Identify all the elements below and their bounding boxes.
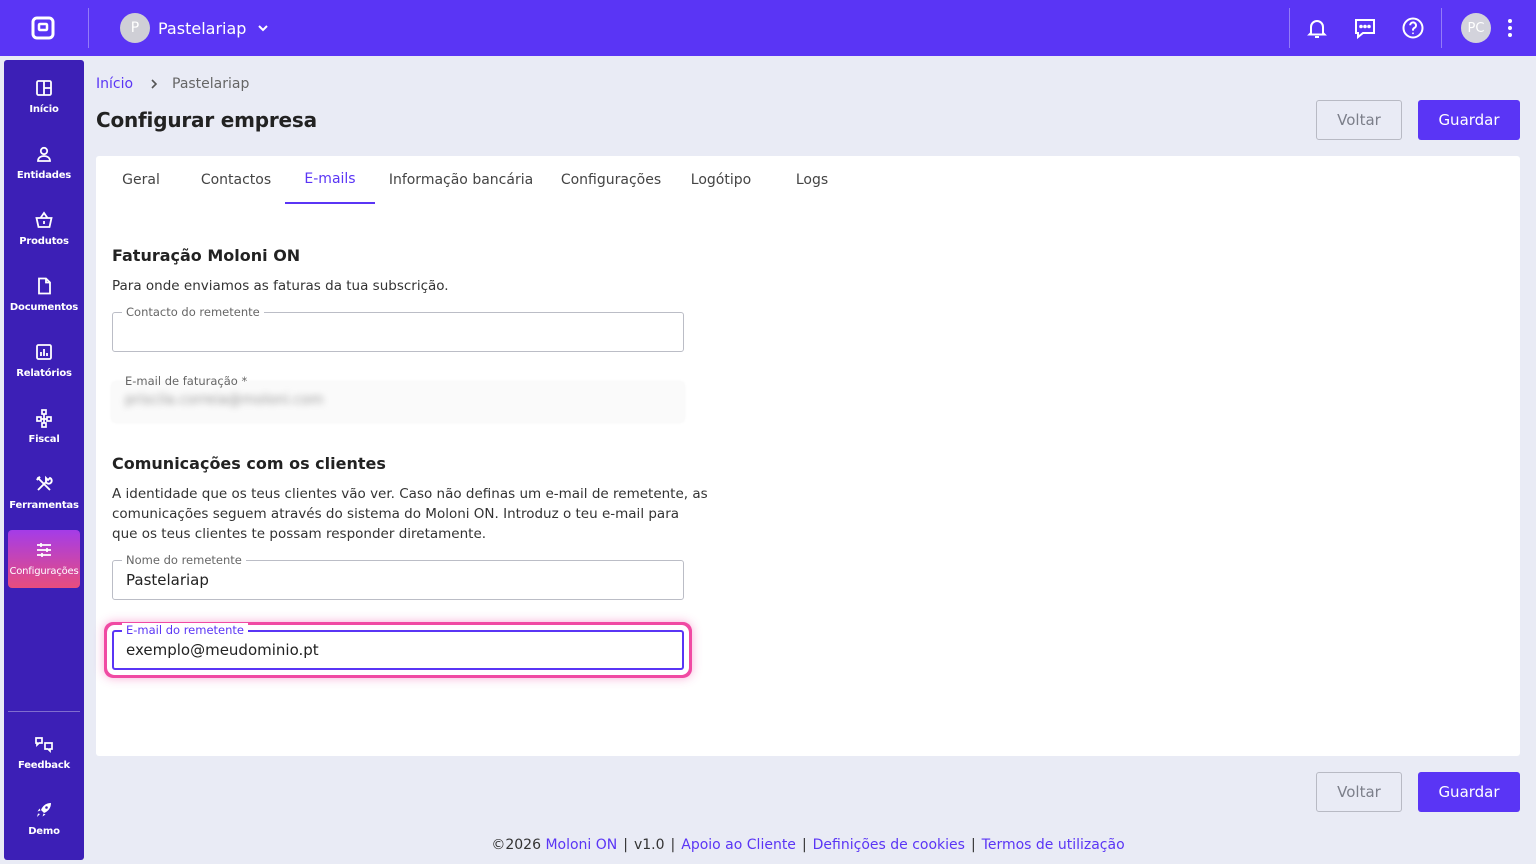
footer: ©2026 Moloni ON | v1.0 | Apoio ao Cliente | De…	[0, 837, 1536, 853]
footer-brand-link[interactable]: Moloni ON	[545, 837, 617, 853]
sidebar-item-configuracoes[interactable]: Configurações	[8, 530, 80, 588]
sender-name-field[interactable]: Nome do remetente Pastelariap	[112, 553, 684, 600]
footer-separator: |	[801, 837, 807, 853]
back-button[interactable]: Voltar	[1316, 100, 1402, 140]
sidebar-item-label: Demo	[28, 826, 60, 837]
divider	[88, 8, 89, 48]
moloni-logo-icon[interactable]	[30, 15, 56, 41]
basket-icon	[35, 211, 53, 228]
billing-email-field: E-mail de faturação * priscila.correia@m…	[112, 374, 684, 422]
tab-contactos[interactable]: Contactos	[190, 156, 282, 204]
company-name: Pastelariap	[158, 18, 247, 38]
footer-version: v1.0	[633, 837, 665, 853]
footer-separator: |	[670, 837, 676, 853]
save-button[interactable]: Guardar	[1418, 100, 1520, 140]
sender-contact-label: Contacto do remetente	[122, 305, 264, 319]
sidebar-item-label: Ferramentas	[9, 500, 79, 511]
breadcrumb-current: Pastelariap	[172, 76, 250, 92]
sidebar-item-documentos[interactable]: Documentos	[8, 266, 80, 324]
communications-description-line: comunicações seguem através do sistema d…	[112, 506, 680, 522]
feedback-icon	[35, 737, 53, 754]
billing-section-description: Para onde enviamos as faturas da tua sub…	[112, 278, 449, 294]
sidebar-item-label: Feedback	[17, 760, 71, 771]
sidebar-item-label: Documentos	[9, 302, 79, 313]
chart-icon	[36, 344, 52, 360]
tab-emails[interactable]: E-mails	[285, 156, 375, 204]
tab-configuracoes[interactable]: Configurações	[556, 156, 666, 204]
chevron-down-icon	[258, 25, 269, 32]
company-selector[interactable]: P Pastelariap	[120, 13, 270, 43]
tab-logotipo[interactable]: Logótipo	[684, 156, 758, 204]
sender-email-field[interactable]: E-mail do remetente exemplo@meudominio.p…	[112, 623, 684, 670]
sidebar: Início Entidades Produtos Documentos Rel…	[4, 60, 84, 860]
help-icon[interactable]	[1401, 16, 1425, 40]
communications-description-line: que os teus clientes te possam responder…	[112, 526, 487, 542]
footer-terms-link[interactable]: Termos de utilização	[982, 837, 1125, 853]
dashboard-icon	[36, 80, 52, 96]
communications-section-title: Comunicações com os clientes	[112, 454, 386, 473]
sidebar-item-label: Configurações	[9, 566, 79, 577]
document-icon	[38, 277, 51, 295]
sidebar-item-label: Fiscal	[28, 434, 60, 445]
network-icon	[36, 409, 52, 428]
settings-card: Geral Contactos E-mails Informação bancá…	[96, 156, 1520, 756]
sliders-icon	[37, 543, 51, 557]
page-title: Configurar empresa	[96, 108, 317, 132]
sidebar-divider	[8, 711, 80, 712]
user-icon	[37, 146, 51, 162]
tools-icon	[36, 475, 53, 491]
breadcrumb-home[interactable]: Início	[96, 76, 133, 92]
save-button-bottom[interactable]: Guardar	[1418, 772, 1520, 812]
sidebar-item-label: Entidades	[16, 170, 72, 181]
bell-icon[interactable]	[1305, 16, 1329, 40]
sender-email-label: E-mail do remetente	[122, 623, 248, 637]
sender-name-value: Pastelariap	[126, 571, 209, 589]
billing-section-title: Faturação Moloni ON	[112, 246, 301, 265]
billing-email-value: priscila.correia@moloni.com	[125, 392, 324, 408]
tab-informacao-bancaria[interactable]: Informação bancária	[381, 156, 541, 204]
sender-contact-field[interactable]: Contacto do remetente	[112, 305, 684, 352]
chevron-right-icon	[151, 79, 158, 89]
tab-logs[interactable]: Logs	[786, 156, 838, 204]
divider	[1289, 8, 1290, 48]
more-options-icon[interactable]	[1502, 16, 1518, 40]
footer-cookies-link[interactable]: Definições de cookies	[813, 837, 965, 853]
top-bar: P Pastelariap PC	[0, 0, 1536, 56]
sidebar-item-label: Início	[29, 104, 59, 115]
rocket-icon	[37, 803, 51, 817]
sidebar-item-label: Relatórios	[16, 368, 72, 379]
sender-name-label: Nome do remetente	[122, 553, 246, 567]
divider	[1441, 8, 1442, 48]
communications-description-line: A identidade que os teus clientes vão ve…	[112, 486, 708, 502]
tab-geral[interactable]: Geral	[112, 156, 170, 204]
footer-separator: |	[623, 837, 628, 853]
sidebar-item-entidades[interactable]: Entidades	[8, 134, 80, 192]
sidebar-item-fiscal[interactable]: Fiscal	[8, 398, 80, 456]
sidebar-item-relatorios[interactable]: Relatórios	[8, 332, 80, 390]
company-avatar: P	[120, 13, 150, 43]
sidebar-item-feedback[interactable]: Feedback	[8, 724, 80, 782]
footer-copyright: ©2026	[491, 837, 541, 853]
user-avatar[interactable]: PC	[1461, 13, 1491, 43]
sender-email-value: exemplo@meudominio.pt	[126, 641, 319, 659]
sidebar-item-label: Produtos	[19, 236, 69, 247]
sidebar-item-inicio[interactable]: Início	[8, 68, 80, 126]
messages-icon[interactable]	[1353, 16, 1377, 40]
footer-support-link[interactable]: Apoio ao Cliente	[681, 837, 796, 853]
sidebar-item-ferramentas[interactable]: Ferramentas	[8, 464, 80, 522]
sidebar-item-produtos[interactable]: Produtos	[8, 200, 80, 258]
billing-email-label: E-mail de faturação *	[125, 374, 248, 388]
back-button-bottom[interactable]: Voltar	[1316, 772, 1402, 812]
footer-separator: |	[970, 837, 976, 853]
